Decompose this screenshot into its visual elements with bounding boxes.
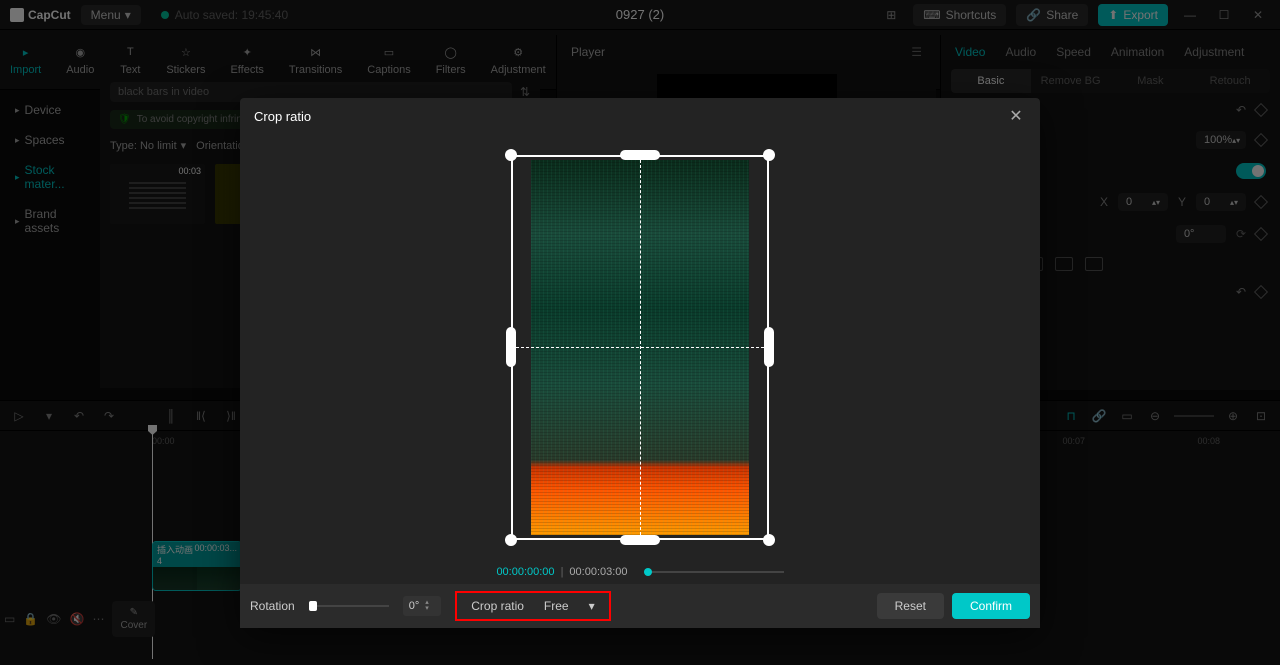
step-down[interactable]: ▾ — [425, 606, 435, 612]
crop-handle-left[interactable] — [506, 327, 516, 367]
crop-ratio-label: Crop ratio — [471, 599, 524, 613]
crop-handle-top[interactable] — [620, 150, 660, 160]
reset-button[interactable]: Reset — [877, 593, 944, 619]
crop-modal: Crop ratio ✕ 00:00:00:00 | 00:00:03:00 R… — [240, 98, 1040, 628]
crop-handle-right[interactable] — [764, 327, 774, 367]
rotation-label: Rotation — [250, 599, 295, 613]
slider-knob[interactable] — [644, 568, 652, 576]
modal-title: Crop ratio — [254, 109, 311, 124]
time-total: 00:00:03:00 — [569, 566, 627, 578]
crop-ratio-select[interactable]: Free ▾ — [544, 599, 595, 613]
crop-grid-horizontal — [511, 347, 769, 348]
crop-frame[interactable] — [511, 155, 769, 540]
crop-ratio-highlight: Crop ratio Free ▾ — [455, 591, 610, 621]
close-button[interactable]: ✕ — [1006, 106, 1026, 126]
crop-time-row: 00:00:00:00 | 00:00:03:00 — [240, 560, 1040, 584]
crop-handle-tl[interactable] — [505, 149, 517, 161]
crop-handle-bl[interactable] — [505, 534, 517, 546]
crop-handle-tr[interactable] — [763, 149, 775, 161]
time-current: 00:00:00:00 — [496, 566, 554, 578]
time-slider[interactable] — [644, 571, 784, 573]
crop-handle-bottom[interactable] — [620, 535, 660, 545]
crop-canvas[interactable] — [240, 134, 1040, 560]
rotation-field[interactable]: 0° ▴▾ — [403, 596, 442, 616]
crop-handle-br[interactable] — [763, 534, 775, 546]
slider-knob[interactable] — [309, 601, 317, 611]
rotation-slider[interactable] — [309, 605, 389, 607]
crop-footer: Rotation 0° ▴▾ Crop ratio Free ▾ Reset C… — [240, 584, 1040, 628]
confirm-button[interactable]: Confirm — [952, 593, 1030, 619]
chevron-down-icon: ▾ — [589, 599, 595, 613]
